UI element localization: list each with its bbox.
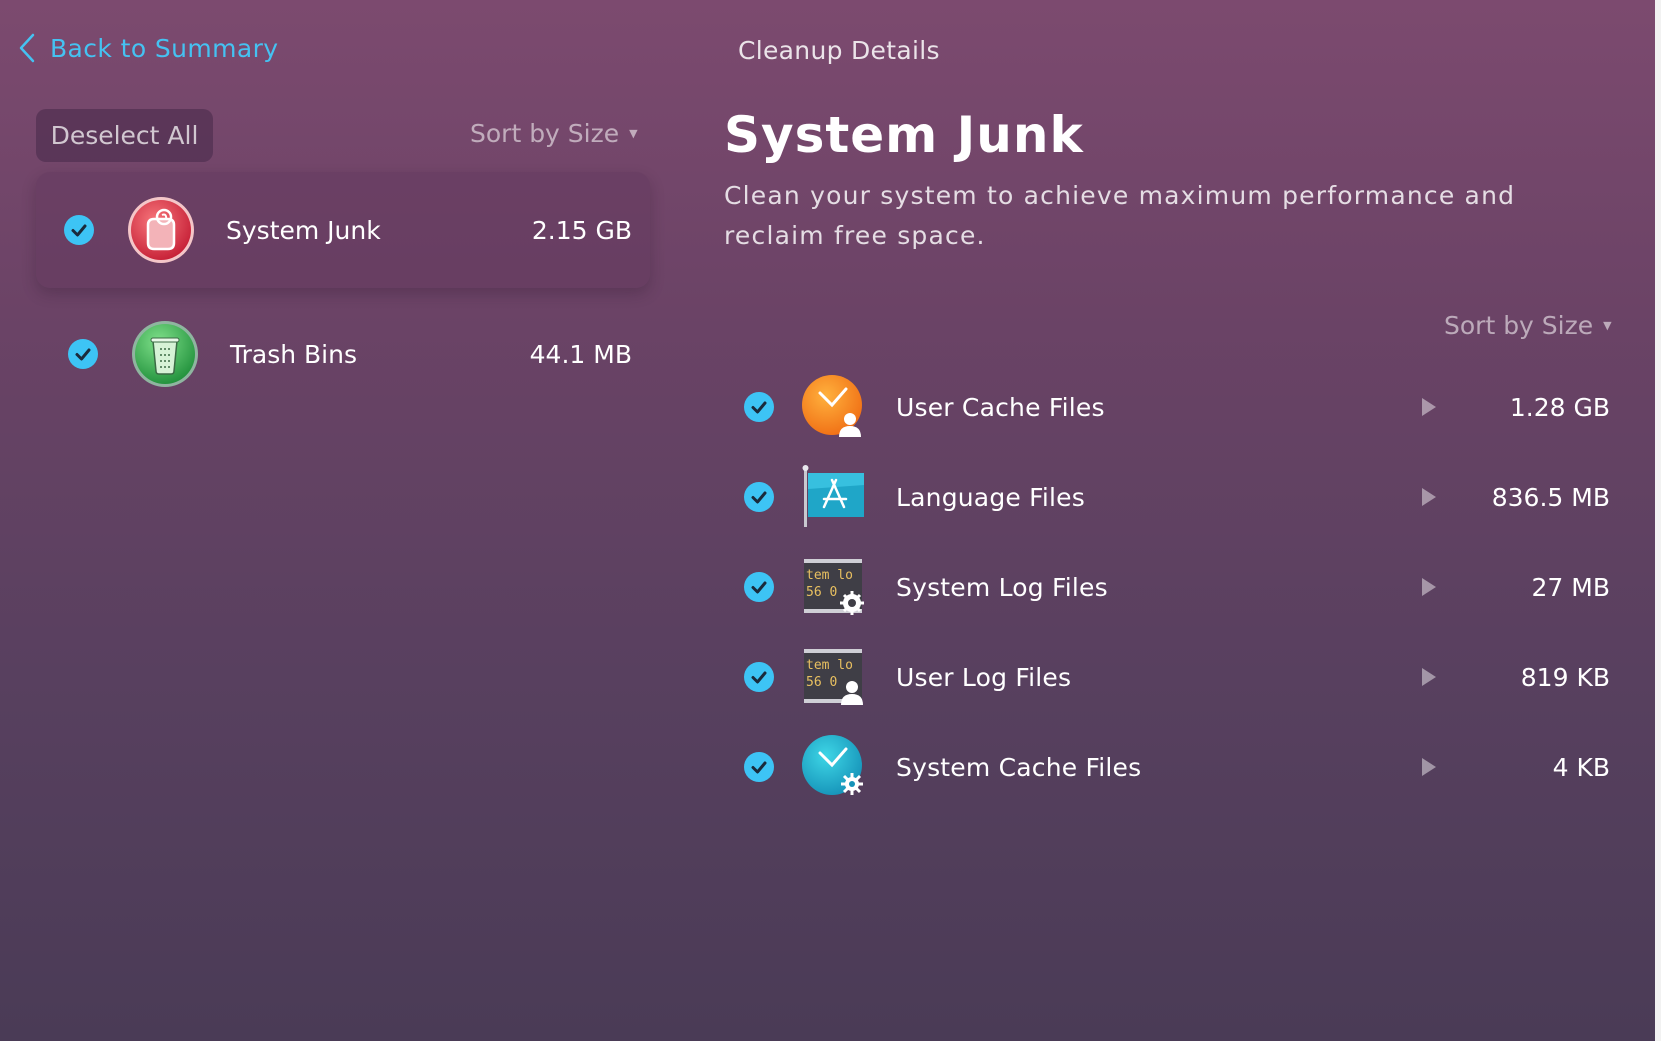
checkbox-trash-bins[interactable] xyxy=(68,339,98,369)
checkmark-icon xyxy=(751,491,767,504)
cleanup-details-header: Cleanup Details xyxy=(738,36,940,65)
item-size: 836.5 MB xyxy=(1491,482,1610,512)
checkbox-user-log-files[interactable] xyxy=(744,662,774,692)
category-label: Trash Bins xyxy=(230,339,357,369)
back-label: Back to Summary xyxy=(50,33,279,63)
item-size: 819 KB xyxy=(1520,662,1610,692)
user-log-icon: tem lo 56 0 xyxy=(802,645,866,709)
sort-by-size-dropdown-right[interactable]: Sort by Size ▼ xyxy=(1444,311,1612,340)
system-log-icon: tem lo 56 0 xyxy=(802,555,866,619)
trash-bin-icon xyxy=(130,319,200,389)
category-row-trash-bins[interactable]: Trash Bins 44.1 MB xyxy=(36,296,650,412)
page-description: Clean your system to achieve maximum per… xyxy=(724,181,1516,250)
caret-down-icon: ▼ xyxy=(629,127,638,140)
system-junk-icon xyxy=(126,195,196,265)
checkmark-icon xyxy=(75,348,91,361)
item-label: System Log Files xyxy=(896,572,1108,602)
svg-text:56 0: 56 0 xyxy=(806,675,837,690)
checkbox-language-files[interactable] xyxy=(744,482,774,512)
user-cache-icon xyxy=(802,375,866,439)
checkbox-system-log-files[interactable] xyxy=(744,572,774,602)
sort-label: Sort by Size xyxy=(1444,311,1594,340)
item-size: 4 KB xyxy=(1552,752,1610,782)
svg-text:tem lo: tem lo xyxy=(806,658,853,673)
page-title: System Junk xyxy=(724,106,1084,164)
checkbox-system-cache-files[interactable] xyxy=(744,752,774,782)
chevron-left-icon xyxy=(19,33,35,63)
checkmark-icon xyxy=(751,671,767,684)
back-to-summary-button[interactable]: Back to Summary xyxy=(18,32,279,64)
category-label: System Junk xyxy=(226,215,381,245)
item-row-system-log-files[interactable]: tem lo 56 0 System Log Files 27 MB xyxy=(730,544,1610,630)
category-size: 44.1 MB xyxy=(529,339,632,369)
item-label: User Log Files xyxy=(896,662,1072,692)
item-label: Language Files xyxy=(896,482,1085,512)
checkbox-system-junk[interactable] xyxy=(64,215,94,245)
item-row-user-cache-files[interactable]: User Cache Files 1.28 GB xyxy=(730,364,1610,450)
category-size: 2.15 GB xyxy=(531,215,632,245)
system-cache-icon xyxy=(802,735,866,799)
checkbox-user-cache-files[interactable] xyxy=(744,392,774,422)
checkmark-icon xyxy=(751,761,767,774)
deselect-all-button[interactable]: Deselect All xyxy=(36,109,213,162)
item-label: System Cache Files xyxy=(896,752,1142,782)
sort-by-size-dropdown-left[interactable]: Sort by Size ▼ xyxy=(470,119,638,148)
language-flag-icon xyxy=(802,465,866,529)
item-label: User Cache Files xyxy=(896,392,1105,422)
item-row-user-log-files[interactable]: tem lo 56 0 User Log Files 819 KB xyxy=(730,634,1610,720)
checkmark-icon xyxy=(751,401,767,414)
checkmark-icon xyxy=(71,224,87,237)
window-edge xyxy=(1655,0,1661,1041)
checkmark-icon xyxy=(751,581,767,594)
category-row-system-junk[interactable]: System Junk 2.15 GB xyxy=(36,172,650,288)
svg-text:tem lo: tem lo xyxy=(806,568,853,583)
caret-down-icon: ▼ xyxy=(1603,319,1612,332)
item-size: 1.28 GB xyxy=(1509,392,1610,422)
item-row-system-cache-files[interactable]: System Cache Files 4 KB xyxy=(730,724,1610,810)
sort-label: Sort by Size xyxy=(470,119,620,148)
item-row-language-files[interactable]: Language Files 836.5 MB xyxy=(730,454,1610,540)
item-size: 27 MB xyxy=(1531,572,1610,602)
svg-text:56 0: 56 0 xyxy=(806,585,837,600)
